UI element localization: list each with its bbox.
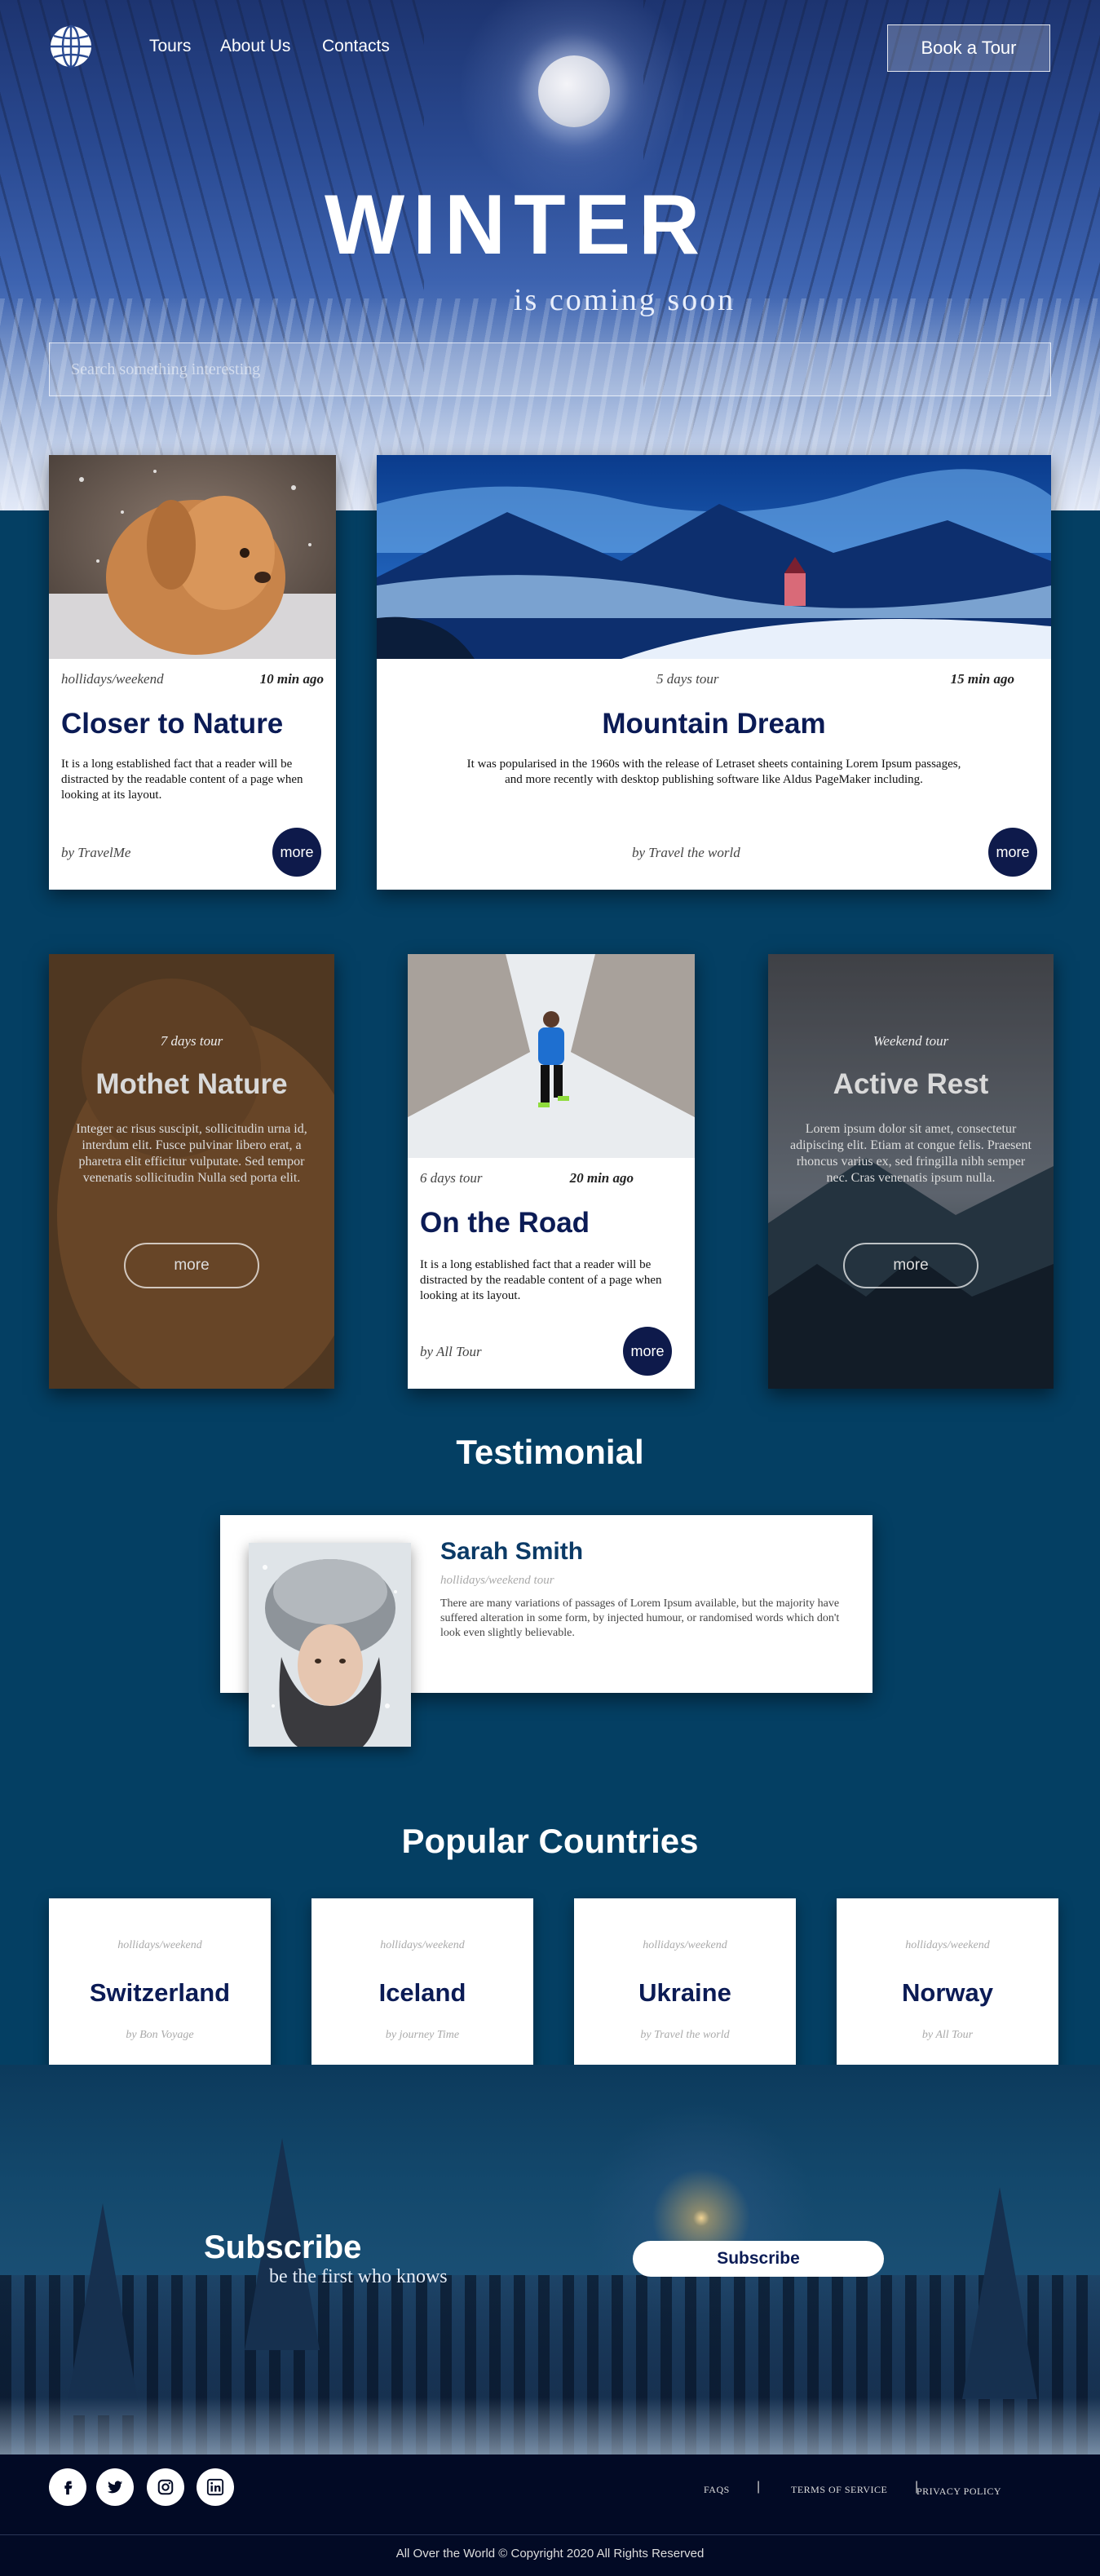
copyright-text: All Over the World © Copyright 2020 All … — [395, 2547, 705, 2561]
mountain-image — [377, 455, 1051, 659]
hero-title: WINTER — [325, 178, 709, 272]
card-title: Mountain Dream — [602, 708, 826, 740]
country-category: hollidays/weekend — [905, 1939, 990, 1951]
card-title: Mothet Nature — [95, 1068, 288, 1100]
card-category: 5 days tour — [656, 671, 719, 687]
instagram-icon[interactable] — [147, 2468, 184, 2506]
nav-contacts[interactable]: Contacts — [322, 37, 390, 56]
linkedin-icon[interactable] — [197, 2468, 234, 2506]
card-author: by All Tour — [420, 1344, 482, 1359]
country-name: Norway — [902, 1978, 993, 2007]
subscribe-text: be the first who knows — [269, 2266, 448, 2287]
hero-subtitle: is coming soon — [514, 283, 736, 317]
card-category: Weekend tour — [872, 1033, 949, 1049]
card-text: It is a long established fact that a rea… — [420, 1258, 662, 1302]
country-category: hollidays/weekend — [643, 1939, 727, 1951]
country-author: by journey Time — [385, 2029, 460, 2041]
moon-image — [538, 55, 610, 127]
card-time: 15 min ago — [950, 671, 1014, 687]
tour-card-closer-to-nature[interactable]: hollidays/weekend 10 min ago Closer to N… — [49, 455, 336, 890]
search-placeholder: Search something interesting — [71, 360, 261, 378]
country-name: Ukraine — [638, 1978, 731, 2007]
card-text: It was popularised in the 1960s with the… — [466, 758, 961, 786]
nav-about-us[interactable]: About Us — [220, 37, 290, 56]
card-author: by TravelMe — [61, 845, 131, 860]
more-button[interactable]: more — [623, 1327, 672, 1376]
country-author: by Travel the world — [640, 2029, 730, 2041]
more-button[interactable]: more — [124, 1243, 259, 1288]
country-card-iceland[interactable]: hollidays/weekend Iceland by journey Tim… — [311, 1898, 533, 2086]
country-name: Switzerland — [89, 1978, 231, 2007]
tree-shape — [65, 2203, 140, 2415]
country-card-norway[interactable]: hollidays/weekend Norway by All Tour — [837, 1898, 1058, 2086]
country-card-switzerland[interactable]: hollidays/weekend Switzerland by Bon Voy… — [49, 1898, 271, 2086]
card-title: Active Rest — [833, 1068, 989, 1100]
card-text: It is a long established fact that a rea… — [61, 758, 303, 802]
tour-card-active-rest[interactable]: Weekend tour Active Rest Lorem ipsum dol… — [768, 954, 1054, 1389]
card-category: 6 days tour — [420, 1170, 483, 1186]
twitter-icon[interactable] — [96, 2468, 134, 2506]
snow-ground — [0, 2397, 1100, 2454]
country-card-ukraine[interactable]: hollidays/weekend Ukraine by Travel the … — [574, 1898, 796, 2086]
subscribe-section — [0, 2065, 1100, 2454]
country-category: hollidays/weekend — [380, 1939, 465, 1951]
testimonial-name: Sarah Smith — [440, 1538, 584, 1565]
search-input[interactable]: Search something interesting — [49, 342, 1051, 396]
globe-logo-icon[interactable] — [49, 24, 93, 68]
dog-image — [49, 455, 336, 659]
card-category: 7 days tour — [160, 1033, 223, 1049]
popular-countries-heading: Popular Countries — [401, 1822, 699, 1860]
country-name: Iceland — [378, 1978, 466, 2007]
testimonial-text: There are many variations of passages of… — [440, 1597, 840, 1640]
more-button[interactable]: more — [272, 828, 321, 877]
card-time: 10 min ago — [259, 671, 324, 687]
card-title: On the Road — [420, 1207, 590, 1239]
footer-link-privacy[interactable]: PRIVACY POLICY — [675, 2484, 1001, 2499]
card-text: Integer ac risus suscipit, sollicitudin … — [76, 1122, 307, 1185]
testimonial-heading: Testimonial — [456, 1433, 644, 1471]
more-button[interactable]: more — [988, 828, 1037, 877]
more-button[interactable]: more — [843, 1243, 979, 1288]
card-time: 20 min ago — [569, 1170, 634, 1186]
tour-card-mountain-dream[interactable]: 5 days tour 15 min ago Mountain Dream It… — [377, 455, 1051, 890]
card-title: Closer to Nature — [61, 708, 284, 740]
footer-divider — [0, 2534, 1100, 2535]
country-author: by Bon Voyage — [126, 2029, 194, 2041]
subscribe-title: Subscribe — [204, 2229, 362, 2265]
testimonial-avatar — [249, 1543, 411, 1747]
subscribe-button[interactable]: Subscribe — [633, 2241, 884, 2277]
testimonial-category: hollidays/weekend tour — [440, 1574, 554, 1587]
card-category: hollidays/weekend — [61, 671, 164, 687]
book-tour-button[interactable]: Book a Tour — [887, 24, 1050, 72]
country-category: hollidays/weekend — [117, 1939, 202, 1951]
country-author: by All Tour — [921, 2029, 974, 2041]
runner-image — [408, 954, 695, 1158]
tour-card-mothet-nature[interactable]: 7 days tour Mothet Nature Integer ac ris… — [49, 954, 334, 1389]
card-author: by Travel the world — [632, 845, 740, 860]
card-text: Lorem ipsum dolor sit amet, consectetur … — [790, 1122, 1032, 1185]
facebook-icon[interactable] — [49, 2468, 86, 2506]
tour-card-on-the-road[interactable]: 6 days tour 20 min ago On the Road It is… — [408, 954, 695, 1389]
tree-shape — [962, 2187, 1037, 2399]
nav-tours[interactable]: Tours — [149, 37, 191, 56]
